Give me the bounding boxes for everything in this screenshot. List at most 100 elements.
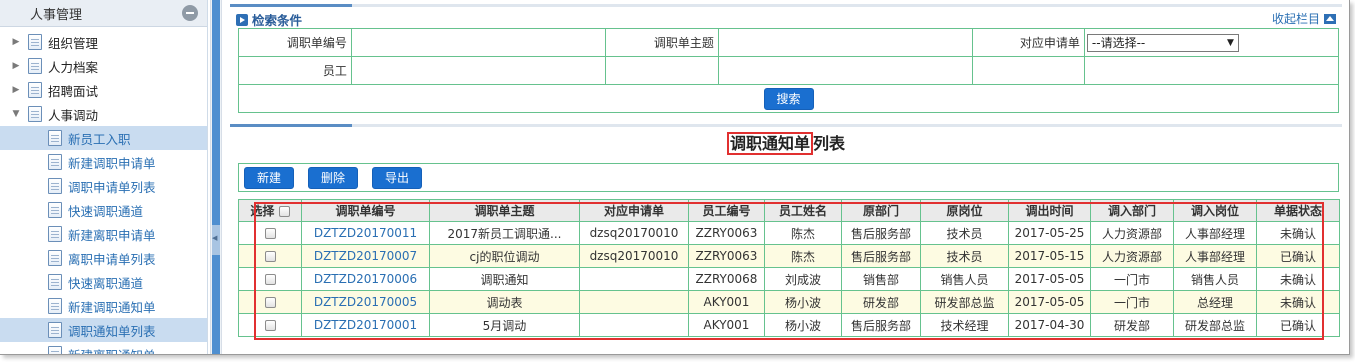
- to-post-cell: 销售人员: [1173, 267, 1257, 291]
- select-all-checkbox[interactable]: [278, 206, 290, 217]
- to-dept-cell: 人力资源部: [1090, 221, 1174, 245]
- sidebar-child-quick-resign[interactable]: 快速离职通道: [0, 270, 207, 294]
- from-dept-cell: 售后服务部: [841, 221, 921, 245]
- row-checkbox[interactable]: [264, 228, 276, 239]
- sidebar-item-recruit[interactable]: ▶ 招聘面试: [0, 78, 207, 102]
- doc-no-cell: DZTZD20170011: [301, 221, 430, 245]
- doc-no-link[interactable]: DZTZD20170005: [314, 295, 417, 309]
- row-checkbox[interactable]: [264, 320, 276, 331]
- subject-input[interactable]: [717, 28, 974, 57]
- table-row[interactable]: DZTZD20170005 调动表 AKY001 杨小波 研发部 研发部总监 2…: [238, 290, 1340, 314]
- name-cell: 刘成波: [764, 267, 842, 291]
- column-header[interactable]: 单据状态: [1256, 199, 1340, 222]
- status-cell: 已确认: [1256, 313, 1340, 337]
- from-dept-cell: 售后服务部: [841, 244, 921, 268]
- date-cell: 2017-05-05: [1008, 290, 1091, 314]
- delete-button[interactable]: 删除: [308, 166, 358, 189]
- employee-input[interactable]: [350, 56, 607, 85]
- sidebar-child-transfer-request-list[interactable]: 调职申请单列表: [0, 174, 207, 198]
- sidebar-child-new-resign-notice[interactable]: 新建离职通知单: [0, 342, 207, 354]
- sidebar-child-new-transfer-request[interactable]: 新建调职申请单: [0, 150, 207, 174]
- table-row[interactable]: DZTZD20170006 调职通知 ZZRY0068 刘成波 销售部 销售人员…: [238, 267, 1340, 291]
- date-cell: 2017-05-15: [1008, 244, 1091, 268]
- subject-cell: cj的职位调动: [429, 244, 580, 268]
- sidebar-item-archive[interactable]: ▶ 人力档案: [0, 54, 207, 78]
- doc-no-cell: DZTZD20170005: [301, 290, 430, 314]
- employee-label: 员工: [238, 56, 352, 85]
- search-button[interactable]: 搜索: [763, 87, 814, 110]
- row-select-cell: [238, 290, 302, 314]
- document-icon: [28, 106, 42, 122]
- list-title-highlight: 调职通知单: [726, 132, 813, 155]
- sidebar-child-label: 调职申请单列表: [68, 179, 156, 195]
- doc-no-input[interactable]: [350, 28, 607, 57]
- table-row[interactable]: DZTZD20170007 cj的职位调动 dzsq20170010 ZZRY0…: [238, 244, 1340, 268]
- request-cell: dzsq20170010: [579, 221, 689, 245]
- request-select[interactable]: --请选择-- ▼: [1086, 33, 1239, 52]
- sidebar-child-resign-request-list[interactable]: 离职申请单列表: [0, 246, 207, 270]
- to-dept-cell: 一门市: [1090, 267, 1174, 291]
- sidebar-item-label: 招聘面试: [48, 83, 99, 99]
- collapse-section-link[interactable]: 收起栏目: [1272, 10, 1336, 27]
- column-header[interactable]: 调职单主题: [429, 199, 580, 222]
- column-header[interactable]: 调入部门: [1090, 199, 1174, 222]
- request-cell: dzsq20170010: [579, 244, 689, 268]
- column-header[interactable]: 原部门: [841, 199, 921, 222]
- new-button[interactable]: 新建: [244, 166, 294, 189]
- sidebar-child-label: 新员工入职: [68, 131, 131, 147]
- emp-no-cell: AKY001: [688, 313, 765, 337]
- request-cell: [579, 267, 689, 291]
- from-post-cell: 技术员: [920, 244, 1009, 268]
- row-checkbox[interactable]: [264, 274, 276, 285]
- document-icon: [28, 34, 42, 50]
- subject-cell: 调动表: [429, 290, 580, 314]
- doc-no-link[interactable]: DZTZD20170006: [314, 272, 417, 286]
- table-row[interactable]: DZTZD20170001 5月调动 AKY001 杨小波 售后服务部 技术经理…: [238, 313, 1340, 337]
- column-header[interactable]: 调入岗位: [1173, 199, 1257, 222]
- column-header[interactable]: 员工姓名: [764, 199, 842, 222]
- doc-no-link[interactable]: DZTZD20170007: [314, 249, 417, 263]
- sidebar-child-new-resign-request[interactable]: 新建离职申请单: [0, 222, 207, 246]
- column-header[interactable]: 调出时间: [1008, 199, 1091, 222]
- table-header-row: 选择 调职单编号 调职单主题 对应申请单 员工编号 员工姓名 原部门 原岗位 调…: [238, 199, 1340, 222]
- table-row[interactable]: DZTZD20170011 2017新员工调职通... dzsq20170010…: [238, 221, 1340, 245]
- subject-label: 调职单主题: [605, 28, 719, 57]
- sidebar-child-transfer-notice-list[interactable]: 调职通知单列表: [0, 318, 207, 342]
- sidebar-item-org[interactable]: ▶ 组织管理: [0, 30, 207, 54]
- column-header[interactable]: 对应申请单: [579, 199, 689, 222]
- row-checkbox[interactable]: [264, 297, 276, 308]
- request-label: 对应申请单: [972, 28, 1085, 57]
- column-header[interactable]: 调职单编号: [301, 199, 430, 222]
- collapse-up-icon[interactable]: [1324, 13, 1336, 24]
- search-panel: 检索条件 收起栏目 调职单编号 调职单主题 对应申请单 --请选择-- ▼ 员工…: [230, 0, 1342, 118]
- doc-no-cell: DZTZD20170001: [301, 313, 430, 337]
- column-header[interactable]: 员工编号: [688, 199, 765, 222]
- chevron-right-icon[interactable]: ▶: [10, 60, 22, 72]
- doc-no-link[interactable]: DZTZD20170001: [314, 318, 417, 332]
- column-header[interactable]: 原岗位: [920, 199, 1009, 222]
- sidebar-child-new-transfer-notice[interactable]: 新建调职通知单: [0, 294, 207, 318]
- export-button[interactable]: 导出: [372, 166, 422, 189]
- notice-grid: 选择 调职单编号 调职单主题 对应申请单 员工编号 员工姓名 原部门 原岗位 调…: [238, 199, 1340, 340]
- sidebar-child-new-employee[interactable]: 新员工入职: [0, 126, 207, 150]
- chevron-down-icon: ▼: [1226, 37, 1234, 48]
- sidebar-child-quick-transfer[interactable]: 快速调职通道: [0, 198, 207, 222]
- emp-no-cell: ZZRY0063: [688, 244, 765, 268]
- chevron-down-icon[interactable]: ▼: [10, 108, 22, 120]
- row-checkbox[interactable]: [264, 251, 276, 262]
- to-dept-cell: 一门市: [1090, 290, 1174, 314]
- collapse-icon[interactable]: [182, 5, 198, 21]
- sidebar-item-transfer[interactable]: ▼ 人事调动: [0, 102, 207, 126]
- sidebar-item-label: 人事调动: [48, 107, 99, 123]
- to-dept-cell: 研发部: [1090, 313, 1174, 337]
- splitter-bar[interactable]: [212, 0, 220, 354]
- to-post-cell: 总经理: [1173, 290, 1257, 314]
- chevron-right-icon[interactable]: ▶: [10, 36, 22, 48]
- chevron-right-icon[interactable]: ▶: [10, 84, 22, 96]
- sidebar-child-label: 快速离职通道: [68, 275, 144, 291]
- list-title: 调职通知单 列表: [230, 130, 1342, 155]
- sidebar-child-label: 快速调职通道: [68, 203, 144, 219]
- doc-no-link[interactable]: DZTZD20170011: [314, 226, 417, 240]
- search-title-text: 检索条件: [252, 13, 303, 28]
- collapse-sidebar-handle[interactable]: [212, 225, 220, 255]
